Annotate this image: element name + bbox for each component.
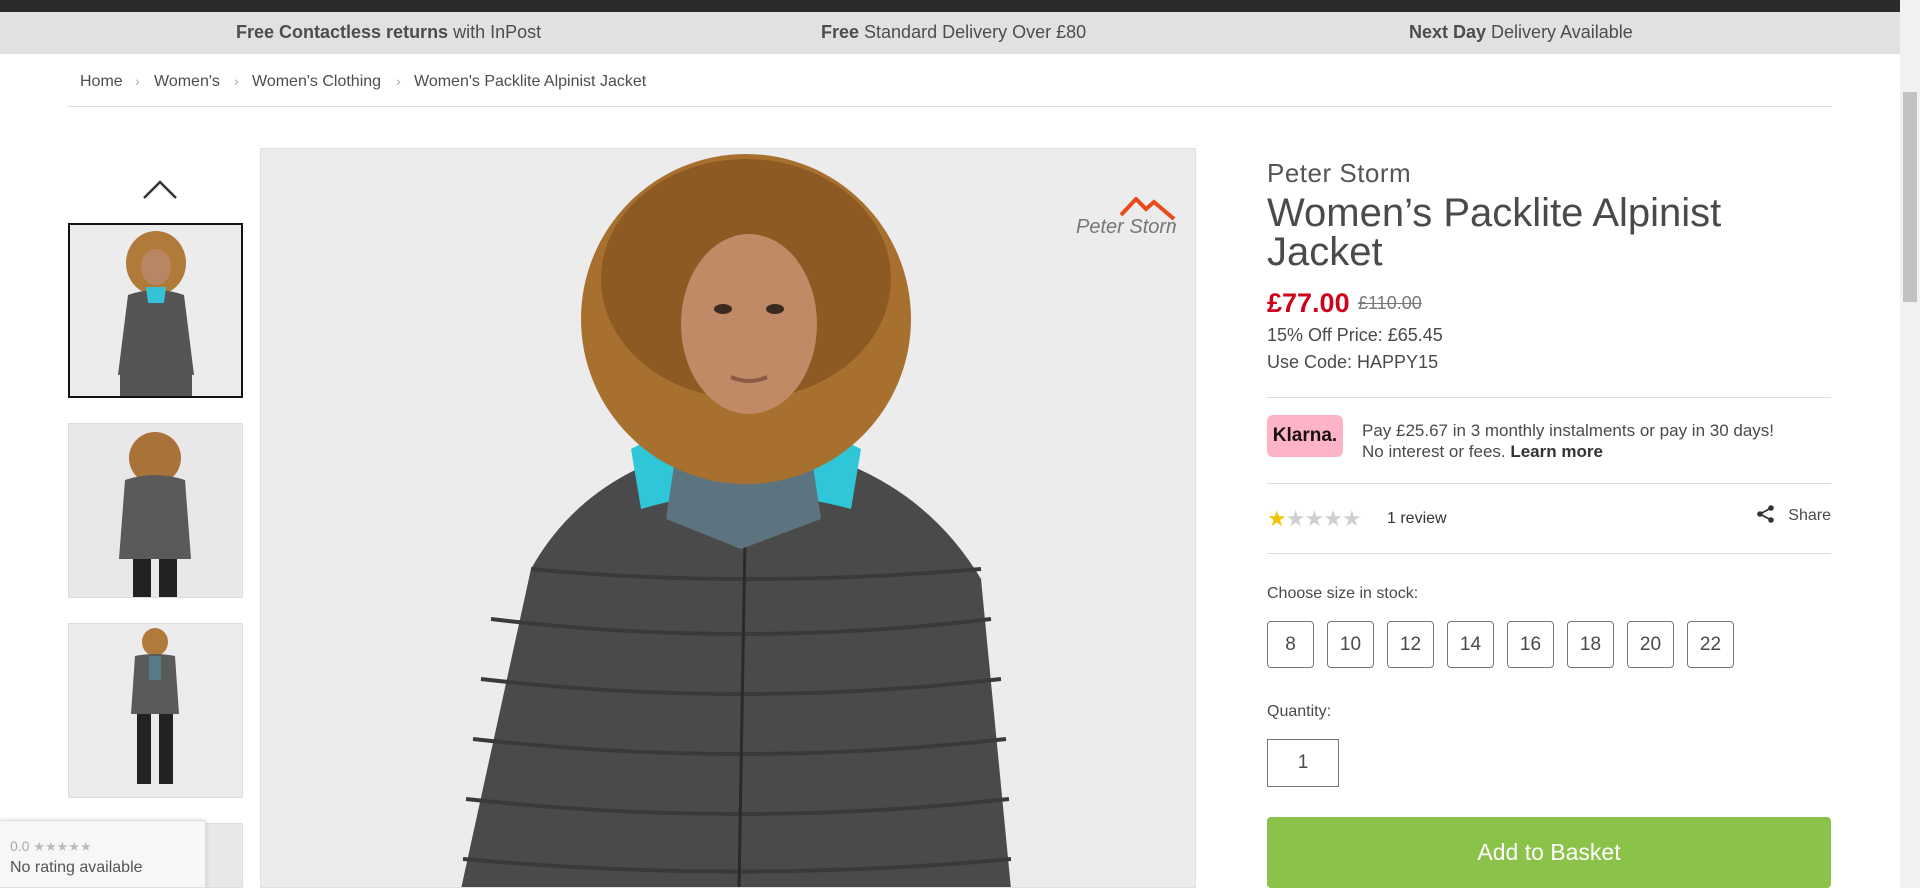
share-icon: [1757, 505, 1775, 523]
brand-watermark: Peter Storm: [1076, 196, 1183, 238]
size-label: Choose size in stock:: [1267, 585, 1419, 602]
size-button-16[interactable]: 16: [1507, 621, 1554, 668]
breadcrumb-separator: ›: [135, 73, 140, 89]
star-empty-icon: ★: [1323, 506, 1343, 531]
promo-returns[interactable]: Free Contactless returns with InPost: [236, 22, 541, 43]
product-price: £77.00: [1267, 288, 1350, 318]
product-brand[interactable]: Peter Storm: [1267, 158, 1411, 189]
svg-text:Peter Storm: Peter Storm: [1076, 216, 1176, 237]
top-strip: [0, 0, 1900, 12]
breadcrumb-womens[interactable]: Women's: [154, 73, 220, 91]
star-filled-icon: ★: [1267, 506, 1287, 531]
thumbnail-front[interactable]: [68, 223, 243, 398]
quantity-label: Quantity:: [1267, 703, 1332, 720]
size-button-8[interactable]: 8: [1267, 621, 1314, 668]
rating-widget-score: 0.0 ★★★★★: [10, 838, 92, 854]
size-button-12[interactable]: 12: [1387, 621, 1434, 668]
size-button-20[interactable]: 20: [1627, 621, 1674, 668]
size-button-14[interactable]: 14: [1447, 621, 1494, 668]
rating-widget[interactable]: 0.0 ★★★★★ No rating available: [0, 820, 206, 888]
promo-code: Use Code: HAPPY15: [1267, 352, 1439, 372]
star-empty-icon: ★: [1341, 506, 1362, 531]
thumbnail-full-length[interactable]: [68, 623, 243, 798]
thumbnail-back[interactable]: [68, 423, 243, 598]
product-was-price: £110.00: [1358, 293, 1422, 313]
review-count-link[interactable]: 1 review: [1387, 510, 1447, 528]
divider: [1267, 553, 1831, 554]
thumbnail-front-image: [70, 225, 241, 396]
klarna-learn-more-link[interactable]: Learn more: [1510, 442, 1603, 461]
product-photo: [261, 149, 1195, 887]
star-empty-icon: ★: [1285, 506, 1306, 531]
star-empty-icon: ★: [1304, 506, 1324, 531]
breadcrumb-separator: ›: [396, 73, 401, 89]
breadcrumb: Home › Women's › Women's Clothing › Wome…: [68, 72, 1832, 107]
product-rating-stars[interactable]: ★★★★★: [1267, 506, 1362, 532]
divider: [1267, 483, 1831, 484]
peter-storm-logo-icon: Peter Storm: [1076, 196, 1183, 238]
size-button-18[interactable]: 18: [1567, 621, 1614, 668]
quantity-input[interactable]: [1267, 739, 1339, 787]
size-button-10[interactable]: 10: [1327, 621, 1374, 668]
thumbnail-scroll-up-icon[interactable]: [142, 178, 178, 200]
klarna-logo: Klarna.: [1267, 415, 1343, 457]
thumbnail-back-image: [69, 424, 242, 597]
promo-next-day[interactable]: Next Day Delivery Available: [1409, 22, 1633, 43]
divider: [1267, 397, 1831, 398]
breadcrumb-home[interactable]: Home: [80, 73, 123, 91]
breadcrumb-separator: ›: [234, 73, 239, 89]
share-button[interactable]: Share: [1756, 504, 1831, 525]
promo-bar: Free Contactless returns with InPost Fre…: [0, 12, 1900, 54]
size-button-22[interactable]: 22: [1687, 621, 1734, 668]
rating-widget-stars-icon: ★★★★★: [33, 839, 92, 854]
klarna-message: Pay £25.67 in 3 monthly instalments or p…: [1362, 421, 1775, 461]
main-product-image[interactable]: Peter Storm: [260, 148, 1196, 888]
scrollbar-thumb[interactable]: [1903, 92, 1917, 302]
thumbnail-full-length-image: [69, 624, 242, 797]
add-to-basket-button[interactable]: Add to Basket: [1267, 817, 1831, 888]
product-title: Women’s Packlite Alpinist Jacket: [1267, 191, 1722, 274]
size-options: 8 10 12 14 16 18 20 22: [1267, 621, 1734, 668]
promo-delivery[interactable]: Free Standard Delivery Over £80: [821, 22, 1086, 43]
offer-price: 15% Off Price: £65.45: [1267, 325, 1443, 345]
rating-widget-text: No rating available: [10, 859, 143, 876]
breadcrumb-current: Women's Packlite Alpinist Jacket: [414, 73, 647, 90]
breadcrumb-womens-clothing[interactable]: Women's Clothing: [252, 73, 381, 91]
